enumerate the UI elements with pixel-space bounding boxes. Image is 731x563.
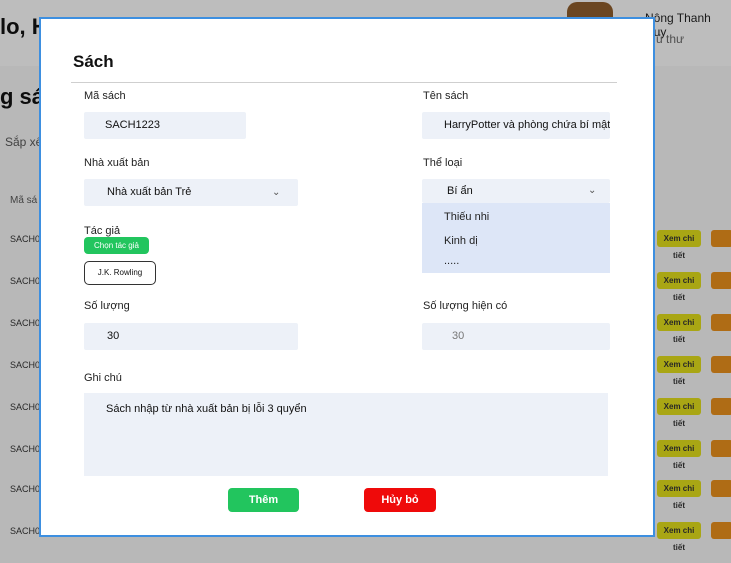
- book-id-field[interactable]: SACH1223: [84, 112, 246, 139]
- quantity-label: Số lượng: [84, 300, 130, 312]
- genre-dropdown: Thiếu nhi Kinh dị .....: [422, 203, 610, 273]
- genre-value: Bí ẩn: [447, 185, 473, 197]
- book-name-field[interactable]: HarryPotter và phòng chứa bí mật: [422, 112, 610, 139]
- book-modal: Sách Mã sách SACH1223 Tên sách HarryPott…: [39, 17, 655, 537]
- add-button[interactable]: Thêm: [228, 488, 299, 512]
- genre-option[interactable]: Kinh dị: [444, 235, 478, 247]
- quantity-value: 30: [107, 330, 120, 342]
- publisher-value: Nhà xuất bản Trẻ: [107, 186, 192, 198]
- book-id-value: SACH1223: [105, 119, 161, 131]
- chevron-down-icon: ⌄: [272, 187, 281, 198]
- book-name-label: Tên sách: [423, 90, 469, 102]
- quantity-field[interactable]: 30: [84, 323, 298, 350]
- author-chip[interactable]: J.K. Rowling: [84, 261, 156, 285]
- note-value: Sách nhập từ nhà xuất bản bị lỗi 3 quyển: [106, 403, 307, 415]
- author-label: Tác giả: [84, 225, 121, 237]
- genre-option[interactable]: .....: [444, 255, 459, 267]
- available-label: Số lượng hiện có: [423, 300, 508, 312]
- genre-select[interactable]: Bí ẩn ⌄: [422, 179, 610, 203]
- publisher-select[interactable]: Nhà xuất bản Trẻ ⌄: [84, 179, 298, 206]
- choose-author-button[interactable]: Chọn tác giả: [84, 237, 149, 254]
- genre-label: Thể loại: [423, 157, 463, 169]
- note-label: Ghi chú: [84, 372, 122, 384]
- genre-option[interactable]: Thiếu nhi: [444, 211, 489, 223]
- chevron-down-icon: ⌄: [588, 185, 597, 196]
- available-value: 30: [452, 330, 465, 342]
- book-id-label: Mã sách: [84, 90, 126, 102]
- divider: [71, 82, 617, 83]
- note-textarea[interactable]: Sách nhập từ nhà xuất bản bị lỗi 3 quyển: [84, 393, 608, 476]
- publisher-label: Nhà xuất bản: [84, 157, 150, 169]
- book-name-value: HarryPotter và phòng chứa bí mật: [444, 119, 610, 131]
- modal-title: Sách: [73, 52, 114, 71]
- available-field: 30: [422, 323, 610, 350]
- cancel-button[interactable]: Hủy bỏ: [364, 488, 436, 512]
